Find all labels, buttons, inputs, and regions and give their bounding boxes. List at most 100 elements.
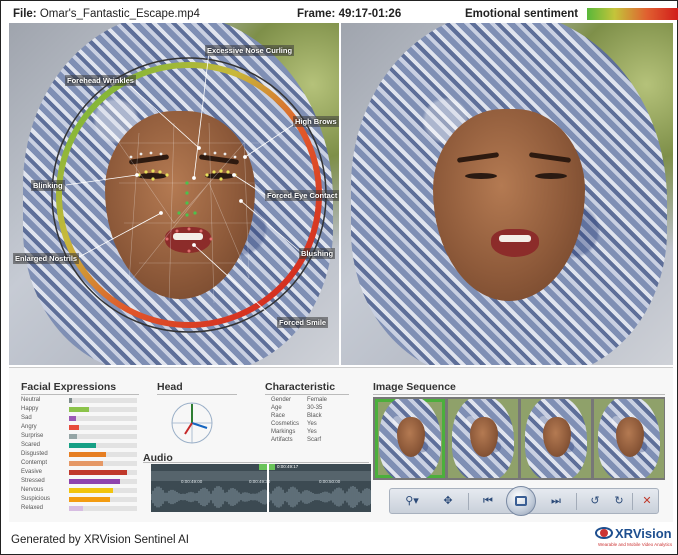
expression-bar — [69, 479, 120, 484]
audio-waveform[interactable]: 0:00:49:00 0:00:49:30 0:00:50:00 0:00:49… — [151, 464, 371, 512]
expression-label: Surprise — [21, 433, 44, 439]
label-forehead-wrinkles: Forehead Wrinkles — [65, 75, 136, 86]
characteristic-value: 30-35 — [307, 405, 323, 411]
sequence-thumbnail-4[interactable] — [594, 399, 664, 478]
audio-time-label-1: 0:00:49:00 — [181, 479, 203, 484]
separator — [468, 493, 469, 510]
audio-current-time: 0:00:49:17 — [277, 464, 299, 469]
file-label: File: — [13, 8, 37, 20]
gauge-yaw — [191, 422, 208, 429]
expression-row: Scared — [21, 442, 137, 450]
expression-track — [69, 461, 137, 466]
characteristic-value: Black — [307, 413, 322, 419]
expression-bar — [69, 506, 83, 511]
expression-bar — [69, 407, 90, 412]
frame-info: Frame: 49:17-01:26 — [297, 8, 401, 20]
characteristic-row: Cosmetics Yes — [271, 421, 381, 429]
analysis-panel: Facial Expressions Neutral Happy Sad Angry S… — [9, 367, 673, 522]
rotate-left-icon[interactable]: ↺ — [586, 493, 604, 510]
gauge-roll — [184, 422, 193, 435]
audio-time-label-3: 0:00:50:00 — [319, 479, 341, 484]
expression-row: Surprise — [21, 433, 137, 441]
expression-label: Suspicious — [21, 496, 51, 502]
move-icon[interactable]: ✥ — [438, 493, 458, 510]
head-title: Head — [157, 381, 183, 393]
expression-row: Disgusted — [21, 451, 137, 459]
play-screen-button[interactable] — [506, 486, 536, 516]
expression-label: Scared — [21, 442, 41, 448]
characteristic-key: Cosmetics — [271, 421, 300, 427]
expression-bar — [69, 461, 103, 466]
characteristic-row: Artifacts Scarf — [271, 437, 381, 445]
expression-label: Relaxed — [21, 505, 44, 511]
divider — [143, 462, 369, 463]
analyzed-video-panel[interactable]: Excessive Nose Curling Forehead Wrinkles… — [9, 23, 339, 365]
next-icon[interactable]: ⏭ — [546, 493, 566, 510]
expression-label: Neutral — [21, 397, 41, 403]
characteristic-row: Race Black — [271, 413, 381, 421]
nose-landmarks — [177, 181, 197, 217]
frame-value: 49:17-01:26 — [338, 8, 402, 20]
sentiment-label: Emotional sentiment — [465, 8, 579, 20]
expression-bar — [69, 452, 107, 457]
sequence-thumbnail-2[interactable] — [448, 399, 518, 478]
characteristic-value: Female — [307, 397, 328, 403]
expression-row: Contempt — [21, 460, 137, 468]
characteristic-row: Gender Female — [271, 397, 381, 405]
expression-bar — [69, 416, 76, 421]
mouth-landmarks — [165, 227, 213, 253]
expression-row: Neutral — [21, 397, 137, 405]
characteristic-value: Scarf — [307, 437, 322, 443]
expression-bar — [69, 488, 114, 493]
label-enlarged-nostrils: Enlarged Nostrils — [13, 253, 80, 264]
characteristic-value: Yes — [307, 421, 317, 427]
expression-row: Angry — [21, 424, 137, 432]
expression-bar — [69, 443, 97, 448]
expression-track — [69, 425, 137, 430]
mouth — [491, 229, 539, 257]
eye-landmarks — [137, 169, 237, 181]
separator — [576, 493, 577, 510]
expression-label: Disgusted — [21, 451, 48, 457]
screen-icon — [515, 496, 527, 506]
expression-track — [69, 479, 137, 484]
expression-row: Nervous — [21, 487, 137, 495]
expression-label: Sad — [21, 415, 32, 421]
app-window: File: Omar's_Fantastic_Escape.mp4 Frame:… — [0, 0, 678, 555]
characteristic-value: Yes — [307, 429, 317, 435]
logo-word: XRVision — [615, 526, 672, 541]
previous-icon[interactable]: ⏮ — [478, 493, 498, 510]
xrvision-logo: XRVision Wearable and Mobile Video Analy… — [595, 526, 675, 550]
expression-label: Contempt — [21, 460, 48, 466]
characteristic-key: Age — [271, 405, 282, 411]
expression-bar — [69, 497, 110, 502]
sequence-thumbnail-1[interactable] — [375, 399, 445, 478]
close-icon[interactable]: ✕ — [638, 493, 656, 510]
expression-track — [69, 497, 137, 502]
characteristic-row: Age 30-35 — [271, 405, 381, 413]
file-name: Omar's_Fantastic_Escape.mp4 — [39, 8, 200, 20]
frame-label: Frame: — [297, 8, 336, 20]
expression-track — [69, 434, 137, 439]
zoom-icon[interactable]: ⚲▾ — [400, 493, 424, 510]
expression-track — [69, 416, 137, 421]
head-orientation-gauge — [171, 402, 213, 444]
characteristic-key: Gender — [271, 397, 292, 403]
expression-track — [69, 443, 137, 448]
separator — [632, 493, 633, 510]
rotate-right-icon[interactable]: ↻ — [610, 493, 628, 510]
raw-video-panel[interactable] — [341, 23, 673, 365]
right-eye — [535, 173, 567, 179]
expression-track — [69, 488, 137, 493]
sequence-thumbnail-3[interactable] — [521, 399, 591, 478]
expression-label: Happy — [21, 406, 39, 412]
logo-dot — [600, 529, 608, 537]
teeth — [499, 235, 531, 242]
audio-playhead[interactable] — [267, 464, 269, 512]
characteristic-key: Artifacts — [271, 437, 293, 443]
expression-bar — [69, 398, 73, 403]
characteristic-key: Markings — [271, 429, 296, 435]
characteristic-row: Markings Yes — [271, 429, 381, 437]
label-excessive-nose-curling: Excessive Nose Curling — [205, 45, 295, 56]
divider — [21, 394, 139, 395]
